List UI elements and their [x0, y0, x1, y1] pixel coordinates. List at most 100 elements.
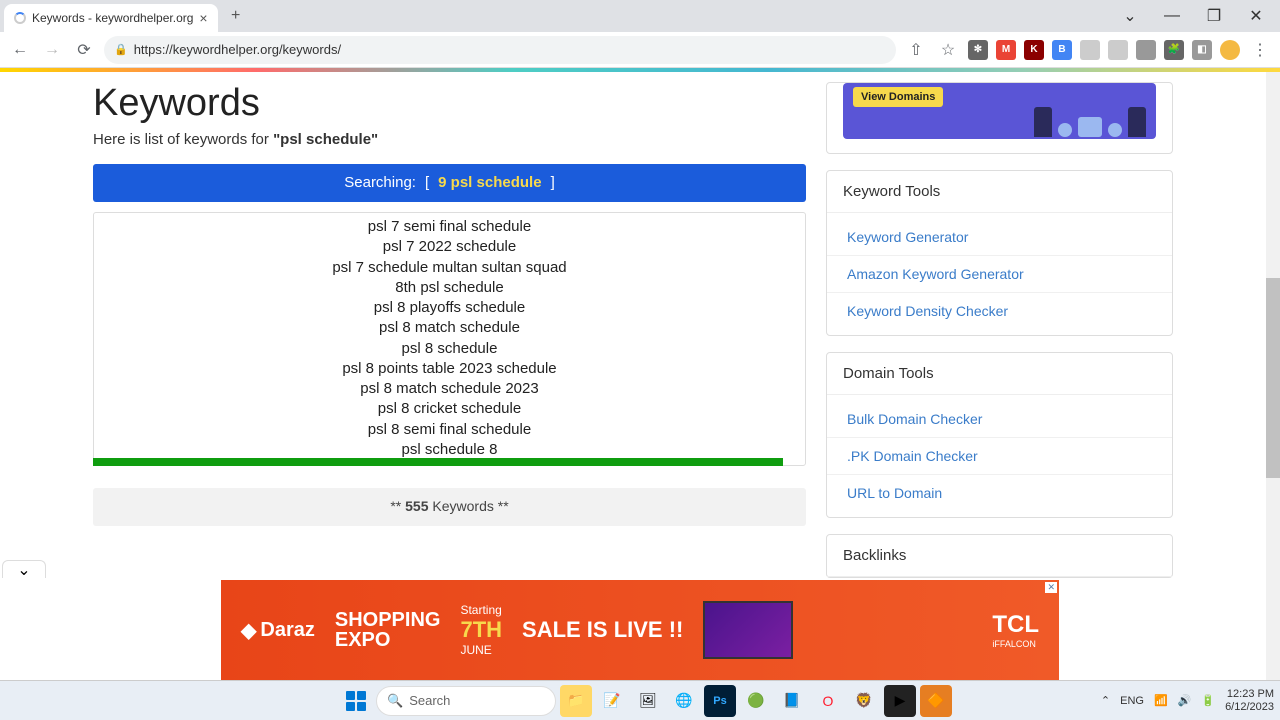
extension-icon[interactable]: B	[1052, 40, 1072, 60]
card-body: Keyword GeneratorAmazon Keyword Generato…	[827, 213, 1172, 335]
close-tab-icon[interactable]: ×	[199, 10, 207, 26]
windows-taskbar: 🔍 Search 📁 📝 🖼 🌐 Ps 🟢 📘 O 🦁 ▶ 🔶 ⌃ ENG 📶 …	[0, 680, 1280, 720]
brave-icon[interactable]: 🦁	[848, 685, 880, 717]
keyword-item: psl 8 match schedule 2023	[94, 379, 805, 399]
url-text: https://keywordhelper.org/keywords/	[134, 42, 341, 57]
sidebar-link[interactable]: Keyword Generator	[827, 219, 1172, 256]
promo-banner[interactable]: View Domains	[843, 83, 1156, 139]
view-domains-button[interactable]: View Domains	[853, 87, 943, 107]
ad-brand: TCL iFFALCON	[992, 611, 1039, 649]
card-header: Domain Tools	[827, 353, 1172, 395]
promo-card: View Domains	[826, 82, 1173, 154]
extension-icon[interactable]	[1080, 40, 1100, 60]
address-bar: ← → ⟳ 🔒 https://keywordhelper.org/keywor…	[0, 32, 1280, 68]
loading-spinner-icon	[14, 12, 26, 24]
photoshop-icon[interactable]: Ps	[704, 685, 736, 717]
ad-banner[interactable]: ✕ ◆ Daraz SHOPPINGEXPO Starting 7TH JUNE…	[221, 580, 1059, 680]
page-content: Keywords Here is list of keywords for "p…	[0, 72, 1280, 652]
wifi-icon[interactable]: 📶	[1154, 694, 1168, 707]
ad-close-button[interactable]: ✕	[1045, 582, 1057, 593]
collapse-ad-button[interactable]: ⌄	[2, 560, 46, 578]
extension-icon[interactable]	[1136, 40, 1156, 60]
main-column: Keywords Here is list of keywords for "p…	[93, 82, 806, 652]
forward-button[interactable]: →	[40, 38, 64, 62]
keyword-item: psl 7 2022 schedule	[94, 237, 805, 257]
edge-icon[interactable]: 🌐	[668, 685, 700, 717]
minimize-button[interactable]: —	[1152, 2, 1192, 30]
keyword-item: psl schedule 8	[94, 440, 805, 460]
tray-chevron-icon[interactable]: ⌃	[1101, 694, 1110, 707]
profile-avatar[interactable]	[1220, 40, 1240, 60]
chrome-icon[interactable]: 🟢	[740, 685, 772, 717]
extension-icon[interactable]: K	[1024, 40, 1044, 60]
app-icon[interactable]: 🖼	[632, 685, 664, 717]
sidebar-link[interactable]: Bulk Domain Checker	[827, 401, 1172, 438]
sidepanel-icon[interactable]: ◧	[1192, 40, 1212, 60]
ad-expo-text: SHOPPINGEXPO	[335, 610, 441, 650]
keyword-list: psl 7 semi final schedulepsl 7 2022 sche…	[94, 213, 805, 466]
sidebar-link[interactable]: .PK Domain Checker	[827, 438, 1172, 475]
search-icon: 🔍	[387, 693, 403, 709]
card-header: Keyword Tools	[827, 171, 1172, 213]
keyword-tools-card: Keyword Tools Keyword GeneratorAmazon Ke…	[826, 170, 1173, 336]
file-explorer-icon[interactable]: 📁	[560, 685, 592, 717]
new-tab-button[interactable]: +	[224, 4, 248, 28]
back-button[interactable]: ←	[8, 38, 32, 62]
keyword-item: psl 8 schedule	[94, 339, 805, 359]
reload-button[interactable]: ⟳	[72, 38, 96, 62]
ad-logo: ◆ Daraz	[241, 618, 315, 643]
window-controls: ⌄ — ❐ ✕	[1110, 2, 1276, 30]
keyword-item: psl 8 semi final schedule	[94, 420, 805, 440]
card-header: Backlinks	[827, 535, 1172, 577]
ad-sale-text: SALE IS LIVE !!	[522, 617, 683, 643]
taskbar-search[interactable]: 🔍 Search	[376, 686, 556, 716]
maximize-button[interactable]: ❐	[1194, 2, 1234, 30]
scrollbar-thumb[interactable]	[1266, 278, 1280, 478]
ad-tv-image	[703, 601, 793, 659]
app-icon[interactable]: 📘	[776, 685, 808, 717]
keyword-item: psl 8 cricket schedule	[94, 399, 805, 419]
promo-illustration	[1034, 107, 1146, 137]
app-icon[interactable]: 🔶	[920, 685, 952, 717]
extension-icon[interactable]: ✻	[968, 40, 988, 60]
domain-tools-card: Domain Tools Bulk Domain Checker.PK Doma…	[826, 352, 1173, 518]
keyword-item: psl 7 schedule multan sultan squad	[94, 258, 805, 278]
language-indicator[interactable]: ENG	[1120, 695, 1144, 707]
keyword-item: psl 8 playoffs schedule	[94, 298, 805, 318]
sidebar-link[interactable]: Keyword Density Checker	[827, 293, 1172, 329]
extensions-menu-icon[interactable]: 🧩	[1164, 40, 1184, 60]
battery-icon[interactable]: 🔋	[1201, 694, 1215, 707]
backlinks-card: Backlinks	[826, 534, 1173, 578]
volume-icon[interactable]: 🔊	[1178, 694, 1192, 707]
extension-icon[interactable]	[1108, 40, 1128, 60]
browser-tab-strip: Keywords - keywordhelper.org × + ⌄ — ❐ ✕	[0, 0, 1280, 32]
system-tray: ⌃ ENG 📶 🔊 🔋 12:23 PM 6/12/2023	[1101, 688, 1274, 712]
menu-icon[interactable]: ⋮	[1248, 38, 1272, 62]
sidebar: View Domains Keyword Tools Keyword Gener…	[826, 82, 1173, 652]
sidebar-link[interactable]: URL to Domain	[827, 475, 1172, 511]
close-window-button[interactable]: ✕	[1236, 2, 1276, 30]
card-body: Bulk Domain Checker.PK Domain CheckerURL…	[827, 395, 1172, 517]
url-input[interactable]: 🔒 https://keywordhelper.org/keywords/	[104, 36, 896, 64]
app-icon[interactable]: ▶	[884, 685, 916, 717]
chevron-down-icon[interactable]: ⌄	[1110, 2, 1150, 30]
keyword-results-box[interactable]: psl 7 semi final schedulepsl 7 2022 sche…	[93, 212, 806, 466]
share-icon[interactable]: ⇧	[904, 38, 928, 62]
clock[interactable]: 12:23 PM 6/12/2023	[1225, 688, 1274, 712]
extension-icons: ✻ M K B 🧩 ◧ ⋮	[968, 38, 1272, 62]
sidebar-link[interactable]: Amazon Keyword Generator	[827, 256, 1172, 293]
keyword-item: 8th psl schedule	[94, 278, 805, 298]
keyword-count: ** 555 Keywords **	[93, 488, 806, 526]
ad-date: Starting 7TH JUNE	[460, 603, 502, 657]
app-icon[interactable]: 📝	[596, 685, 628, 717]
opera-icon[interactable]: O	[812, 685, 844, 717]
gmail-icon[interactable]: M	[996, 40, 1016, 60]
lock-icon: 🔒	[114, 43, 128, 56]
progress-bar	[93, 458, 783, 466]
keyword-item: psl 8 points table 2023 schedule	[94, 359, 805, 379]
bookmark-icon[interactable]: ☆	[936, 38, 960, 62]
start-button[interactable]	[340, 685, 372, 717]
tab-title: Keywords - keywordhelper.org	[32, 11, 193, 25]
bottom-ad-panel: ⌄ ✕ ◆ Daraz SHOPPINGEXPO Starting 7TH JU…	[0, 576, 1280, 680]
browser-tab[interactable]: Keywords - keywordhelper.org ×	[4, 4, 218, 32]
